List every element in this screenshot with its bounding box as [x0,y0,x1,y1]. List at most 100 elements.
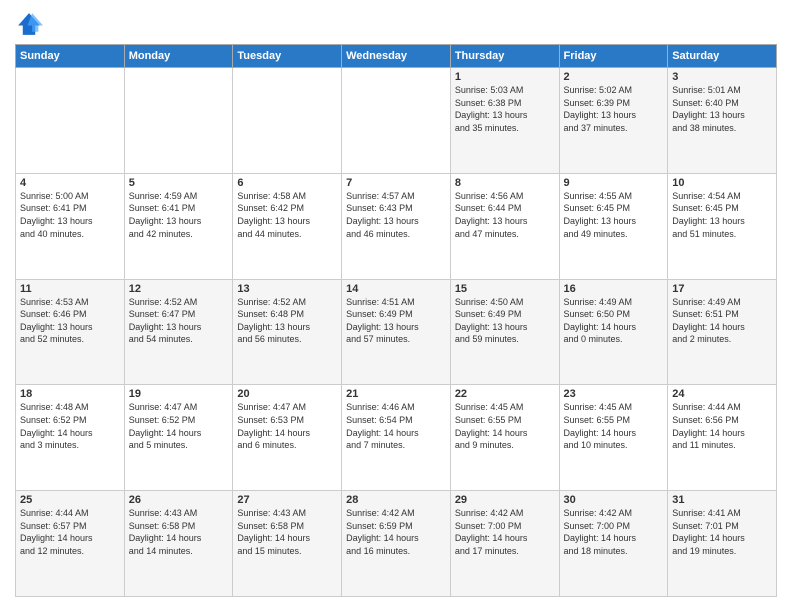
day-number: 8 [455,177,555,189]
day-number: 11 [20,283,120,295]
logo [15,10,47,38]
calendar-cell: 26Sunrise: 4:43 AM Sunset: 6:58 PM Dayli… [124,491,233,597]
calendar-week-1: 4Sunrise: 5:00 AM Sunset: 6:41 PM Daylig… [16,173,777,279]
calendar-cell: 20Sunrise: 4:47 AM Sunset: 6:53 PM Dayli… [233,385,342,491]
day-info: Sunrise: 4:46 AM Sunset: 6:54 PM Dayligh… [346,401,446,451]
day-info: Sunrise: 5:03 AM Sunset: 6:38 PM Dayligh… [455,84,555,134]
calendar-cell: 18Sunrise: 4:48 AM Sunset: 6:52 PM Dayli… [16,385,125,491]
calendar-cell: 5Sunrise: 4:59 AM Sunset: 6:41 PM Daylig… [124,173,233,279]
col-header-tuesday: Tuesday [233,45,342,68]
day-info: Sunrise: 4:43 AM Sunset: 6:58 PM Dayligh… [129,507,229,557]
day-number: 13 [237,283,337,295]
col-header-sunday: Sunday [16,45,125,68]
calendar-cell: 27Sunrise: 4:43 AM Sunset: 6:58 PM Dayli… [233,491,342,597]
col-header-saturday: Saturday [668,45,777,68]
day-info: Sunrise: 4:53 AM Sunset: 6:46 PM Dayligh… [20,296,120,346]
day-number: 26 [129,494,229,506]
day-number: 10 [672,177,772,189]
day-number: 4 [20,177,120,189]
day-number: 19 [129,388,229,400]
day-number: 21 [346,388,446,400]
calendar-cell [342,68,451,174]
day-info: Sunrise: 4:43 AM Sunset: 6:58 PM Dayligh… [237,507,337,557]
calendar-cell: 4Sunrise: 5:00 AM Sunset: 6:41 PM Daylig… [16,173,125,279]
calendar-cell: 1Sunrise: 5:03 AM Sunset: 6:38 PM Daylig… [450,68,559,174]
calendar-cell [124,68,233,174]
day-info: Sunrise: 5:01 AM Sunset: 6:40 PM Dayligh… [672,84,772,134]
calendar-cell: 11Sunrise: 4:53 AM Sunset: 6:46 PM Dayli… [16,279,125,385]
calendar-cell: 17Sunrise: 4:49 AM Sunset: 6:51 PM Dayli… [668,279,777,385]
day-number: 9 [564,177,664,189]
day-number: 25 [20,494,120,506]
day-info: Sunrise: 4:51 AM Sunset: 6:49 PM Dayligh… [346,296,446,346]
col-header-monday: Monday [124,45,233,68]
day-number: 6 [237,177,337,189]
day-number: 14 [346,283,446,295]
day-info: Sunrise: 4:49 AM Sunset: 6:50 PM Dayligh… [564,296,664,346]
day-info: Sunrise: 4:45 AM Sunset: 6:55 PM Dayligh… [564,401,664,451]
calendar-cell: 7Sunrise: 4:57 AM Sunset: 6:43 PM Daylig… [342,173,451,279]
calendar-cell: 24Sunrise: 4:44 AM Sunset: 6:56 PM Dayli… [668,385,777,491]
calendar-header-row: SundayMondayTuesdayWednesdayThursdayFrid… [16,45,777,68]
calendar-week-3: 18Sunrise: 4:48 AM Sunset: 6:52 PM Dayli… [16,385,777,491]
day-info: Sunrise: 4:55 AM Sunset: 6:45 PM Dayligh… [564,190,664,240]
day-number: 22 [455,388,555,400]
day-info: Sunrise: 4:57 AM Sunset: 6:43 PM Dayligh… [346,190,446,240]
calendar-cell: 23Sunrise: 4:45 AM Sunset: 6:55 PM Dayli… [559,385,668,491]
col-header-thursday: Thursday [450,45,559,68]
calendar-cell: 25Sunrise: 4:44 AM Sunset: 6:57 PM Dayli… [16,491,125,597]
calendar-cell: 29Sunrise: 4:42 AM Sunset: 7:00 PM Dayli… [450,491,559,597]
calendar-cell: 15Sunrise: 4:50 AM Sunset: 6:49 PM Dayli… [450,279,559,385]
day-number: 5 [129,177,229,189]
day-info: Sunrise: 4:50 AM Sunset: 6:49 PM Dayligh… [455,296,555,346]
day-info: Sunrise: 4:56 AM Sunset: 6:44 PM Dayligh… [455,190,555,240]
calendar-cell: 12Sunrise: 4:52 AM Sunset: 6:47 PM Dayli… [124,279,233,385]
calendar-cell: 31Sunrise: 4:41 AM Sunset: 7:01 PM Dayli… [668,491,777,597]
calendar-cell: 2Sunrise: 5:02 AM Sunset: 6:39 PM Daylig… [559,68,668,174]
calendar-cell: 10Sunrise: 4:54 AM Sunset: 6:45 PM Dayli… [668,173,777,279]
col-header-wednesday: Wednesday [342,45,451,68]
day-info: Sunrise: 4:52 AM Sunset: 6:48 PM Dayligh… [237,296,337,346]
day-number: 27 [237,494,337,506]
day-number: 3 [672,71,772,83]
day-number: 2 [564,71,664,83]
day-info: Sunrise: 4:42 AM Sunset: 7:00 PM Dayligh… [455,507,555,557]
calendar-cell [233,68,342,174]
col-header-friday: Friday [559,45,668,68]
day-info: Sunrise: 4:47 AM Sunset: 6:53 PM Dayligh… [237,401,337,451]
day-number: 30 [564,494,664,506]
calendar-cell [16,68,125,174]
calendar-cell: 28Sunrise: 4:42 AM Sunset: 6:59 PM Dayli… [342,491,451,597]
calendar-week-0: 1Sunrise: 5:03 AM Sunset: 6:38 PM Daylig… [16,68,777,174]
day-info: Sunrise: 4:48 AM Sunset: 6:52 PM Dayligh… [20,401,120,451]
day-number: 15 [455,283,555,295]
day-info: Sunrise: 4:59 AM Sunset: 6:41 PM Dayligh… [129,190,229,240]
page: SundayMondayTuesdayWednesdayThursdayFrid… [0,0,792,612]
day-number: 31 [672,494,772,506]
calendar-cell: 6Sunrise: 4:58 AM Sunset: 6:42 PM Daylig… [233,173,342,279]
day-info: Sunrise: 5:00 AM Sunset: 6:41 PM Dayligh… [20,190,120,240]
day-info: Sunrise: 4:52 AM Sunset: 6:47 PM Dayligh… [129,296,229,346]
header [15,10,777,38]
day-number: 1 [455,71,555,83]
day-info: Sunrise: 4:42 AM Sunset: 7:00 PM Dayligh… [564,507,664,557]
calendar-table: SundayMondayTuesdayWednesdayThursdayFrid… [15,44,777,597]
calendar-cell: 14Sunrise: 4:51 AM Sunset: 6:49 PM Dayli… [342,279,451,385]
day-number: 18 [20,388,120,400]
day-info: Sunrise: 4:58 AM Sunset: 6:42 PM Dayligh… [237,190,337,240]
day-info: Sunrise: 4:45 AM Sunset: 6:55 PM Dayligh… [455,401,555,451]
day-number: 12 [129,283,229,295]
calendar-cell: 16Sunrise: 4:49 AM Sunset: 6:50 PM Dayli… [559,279,668,385]
day-info: Sunrise: 4:41 AM Sunset: 7:01 PM Dayligh… [672,507,772,557]
day-info: Sunrise: 4:44 AM Sunset: 6:56 PM Dayligh… [672,401,772,451]
day-number: 23 [564,388,664,400]
calendar-cell: 30Sunrise: 4:42 AM Sunset: 7:00 PM Dayli… [559,491,668,597]
day-info: Sunrise: 4:42 AM Sunset: 6:59 PM Dayligh… [346,507,446,557]
calendar-cell: 3Sunrise: 5:01 AM Sunset: 6:40 PM Daylig… [668,68,777,174]
calendar-cell: 9Sunrise: 4:55 AM Sunset: 6:45 PM Daylig… [559,173,668,279]
day-info: Sunrise: 5:02 AM Sunset: 6:39 PM Dayligh… [564,84,664,134]
day-number: 29 [455,494,555,506]
day-info: Sunrise: 4:54 AM Sunset: 6:45 PM Dayligh… [672,190,772,240]
day-number: 7 [346,177,446,189]
day-number: 17 [672,283,772,295]
